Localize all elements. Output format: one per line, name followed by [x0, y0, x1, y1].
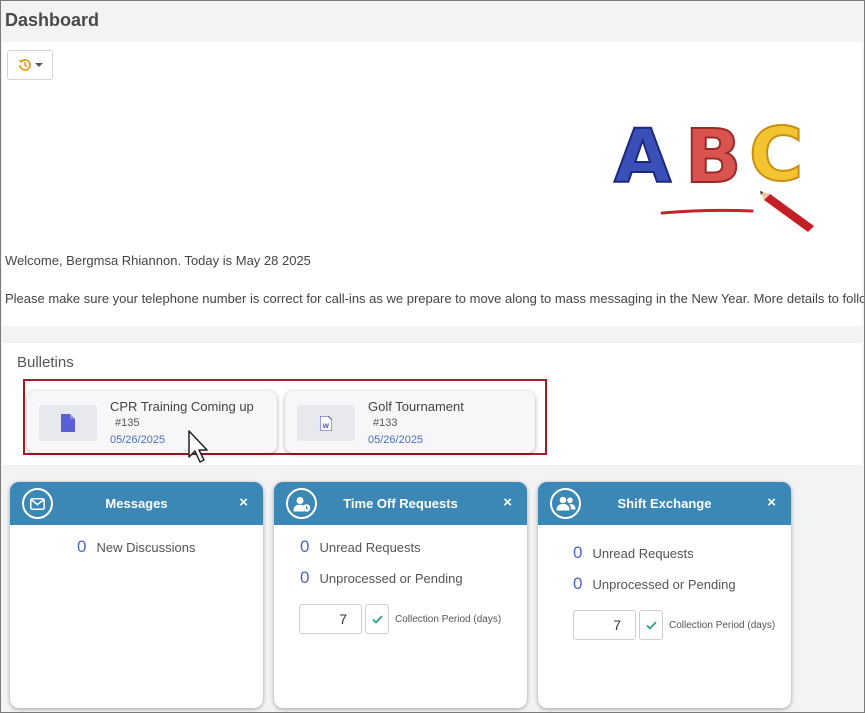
collection-period-label: Collection Period (days): [395, 613, 502, 625]
notice-message: Please make sure your telephone number i…: [5, 291, 865, 306]
stat-unprocessed-pending[interactable]: 0 Unprocessed or Pending: [300, 568, 463, 588]
stat-label: Unread Requests: [592, 546, 694, 561]
word-document-icon: W: [320, 415, 332, 431]
stat-count: 0: [300, 568, 310, 587]
page-title: Dashboard: [5, 10, 100, 30]
collection-period-input[interactable]: [573, 610, 636, 640]
bulletins-title: Bulletins: [17, 354, 74, 371]
bulletin-number: #135: [115, 417, 140, 429]
widget-title: Shift Exchange: [617, 496, 712, 511]
stat-count: 0: [77, 537, 87, 556]
bulletin-card-golf[interactable]: W Golf Tournament #133 05/26/2025: [285, 391, 535, 453]
messages-widget-header: Messages ×: [10, 482, 263, 525]
widget-title: Time Off Requests: [343, 496, 458, 511]
bulletin-number: #133: [373, 417, 398, 429]
history-dropdown-button[interactable]: [7, 50, 53, 80]
collection-period-label: Collection Period (days): [669, 619, 776, 631]
stat-new-discussions[interactable]: 0 New Discussions: [77, 537, 195, 557]
close-icon[interactable]: ×: [239, 494, 248, 511]
close-icon[interactable]: ×: [503, 494, 512, 511]
check-icon: [371, 614, 383, 624]
logo-letter-c: C: [749, 118, 803, 198]
time-off-widget-header: Time Off Requests ×: [274, 482, 527, 525]
shift-exchange-widget-header: Shift Exchange ×: [538, 482, 791, 525]
stat-count: 0: [573, 574, 583, 593]
bulletin-date: 05/26/2025: [110, 434, 166, 446]
apply-period-button[interactable]: [365, 604, 389, 634]
messages-widget: Messages × 0 New Discussions: [10, 482, 263, 708]
collection-period: Collection Period (days): [573, 610, 775, 640]
abc-logo: A B C: [613, 118, 814, 232]
apply-period-button[interactable]: [639, 610, 663, 640]
close-icon[interactable]: ×: [767, 494, 776, 511]
check-icon: [645, 620, 657, 630]
logo-letter-a: A: [614, 118, 671, 200]
bulletin-title: Golf Tournament: [368, 399, 464, 414]
stat-unprocessed-pending[interactable]: 0 Unprocessed or Pending: [573, 574, 736, 594]
logo-letter-b: B: [685, 118, 741, 200]
widget-title: Messages: [105, 496, 168, 511]
mouse-cursor-icon: [188, 430, 208, 463]
stat-unread-requests[interactable]: 0 Unread Requests: [300, 537, 421, 557]
welcome-panel: A B C Welcome, Bergmsa Rhiannon. Today i…: [2, 42, 865, 326]
bulletin-title: CPR Training Coming up: [110, 399, 254, 414]
stat-count: 0: [300, 537, 310, 556]
bulletin-date: 05/26/2025: [368, 434, 424, 446]
chevron-down-icon: [35, 63, 43, 67]
stat-count: 0: [573, 543, 583, 562]
stat-label: New Discussions: [96, 540, 196, 555]
time-off-widget: Time Off Requests × 0 Unread Requests 0 …: [274, 482, 527, 708]
stat-label: Unread Requests: [319, 540, 421, 555]
shift-exchange-widget: Shift Exchange × 0 Unread Requests 0 Unp…: [538, 482, 791, 708]
stat-label: Unprocessed or Pending: [592, 577, 736, 592]
stat-unread-requests[interactable]: 0 Unread Requests: [573, 543, 694, 563]
history-icon: [18, 59, 31, 71]
bulletin-card-cpr[interactable]: CPR Training Coming up #135 05/26/2025: [27, 391, 277, 453]
svg-text:W: W: [323, 423, 330, 430]
stat-label: Unprocessed or Pending: [319, 571, 463, 586]
bulletins-panel: Bulletins CPR Training Coming up #135 05…: [2, 343, 862, 465]
collection-period-input[interactable]: [299, 604, 362, 634]
welcome-message: Welcome, Bergmsa Rhiannon. Today is May …: [5, 253, 311, 268]
collection-period: Collection Period (days): [299, 604, 501, 634]
document-icon: [61, 414, 75, 432]
